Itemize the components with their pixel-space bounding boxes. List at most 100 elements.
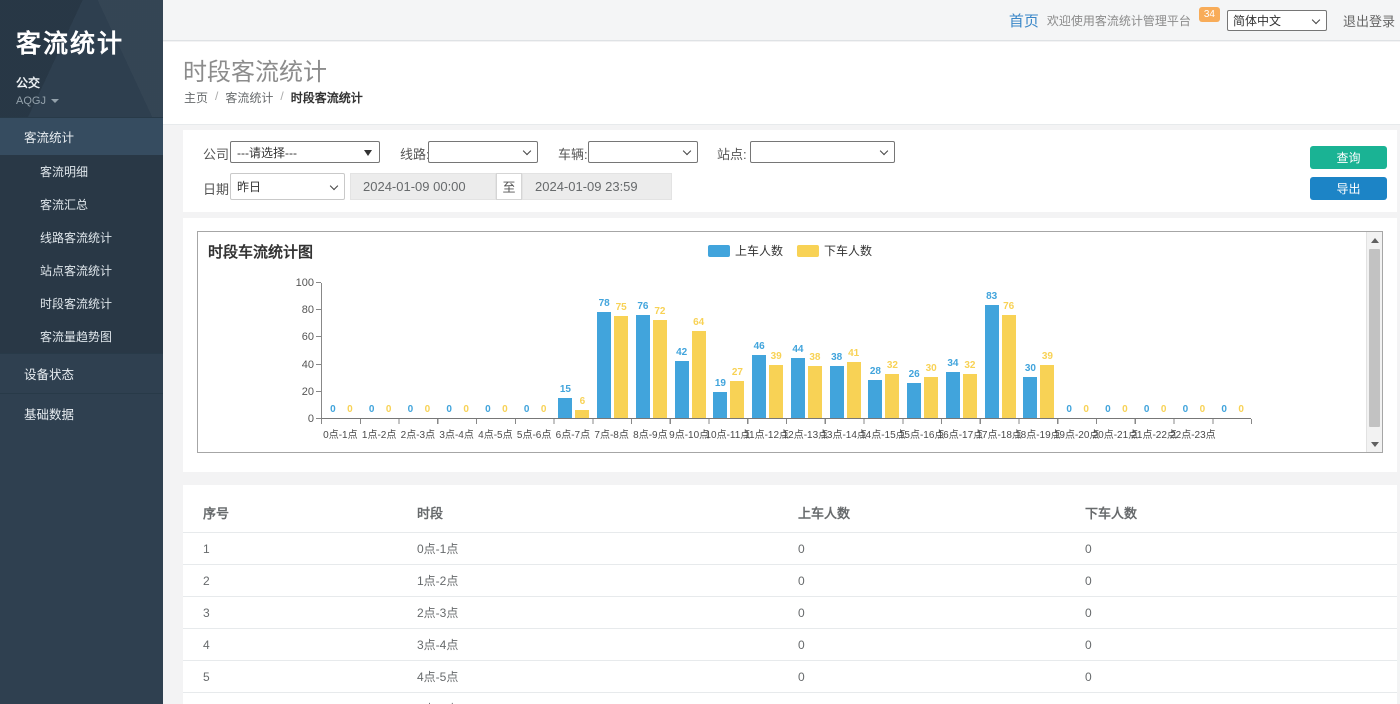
table-header-下车人数: 下车人数 (1085, 493, 1397, 533)
bar-value-label: 42 (676, 347, 687, 358)
bar-value-label: 0 (1183, 404, 1189, 415)
export-button[interactable]: 导出 (1310, 177, 1387, 200)
query-button[interactable]: 查询 (1310, 146, 1387, 169)
bar-下车人数[interactable]: 32 (963, 374, 977, 418)
bar-group-9点-10点: 4264 (671, 283, 710, 418)
bar-下车人数[interactable]: 27 (730, 381, 744, 418)
bar-上车人数[interactable]: 15 (558, 398, 572, 418)
bar-下车人数[interactable]: 64 (692, 331, 706, 418)
bar-value-label: 0 (446, 404, 452, 415)
bar-下车人数[interactable]: 6 (575, 410, 589, 418)
bar-value-label: 0 (1105, 404, 1111, 415)
bar-group-23点-24点: 00 (1213, 283, 1252, 418)
company-select[interactable]: ---请选择--- (230, 141, 380, 163)
sidebar-subitem-线路客流统计[interactable]: 线路客流统计 (0, 221, 163, 254)
table-cell: 0点-1点 (417, 533, 798, 565)
bar-value-label: 76 (1003, 301, 1014, 312)
legend-item-上车人数[interactable]: 上车人数 (708, 242, 783, 259)
bar-value-label: 0 (408, 404, 414, 415)
sidebar-subitem-时段客流统计[interactable]: 时段客流统计 (0, 287, 163, 320)
bar-group-12点-13点: 4438 (787, 283, 826, 418)
table-cell: 5点-6点 (417, 693, 798, 704)
bar-value-label: 76 (637, 301, 648, 312)
language-value: 简体中文 (1233, 12, 1281, 29)
bar-上车人数[interactable]: 78 (597, 312, 611, 418)
bar-下车人数[interactable]: 75 (614, 316, 628, 418)
bar-下车人数[interactable]: 72 (653, 320, 667, 418)
bar-group-13点-14点: 3841 (826, 283, 865, 418)
bar-value-label: 0 (1238, 404, 1244, 415)
table-cell: 3点-4点 (417, 629, 798, 661)
sidebar-subitem-客流量趋势图[interactable]: 客流量趋势图 (0, 320, 163, 353)
bar-group-21点-22点: 00 (1136, 283, 1175, 418)
station-select[interactable] (750, 141, 895, 163)
sidebar-submenu: 客流明细客流汇总线路客流统计站点客流统计时段客流统计客流量趋势图 (0, 155, 163, 353)
bar-value-label: 78 (599, 298, 610, 309)
bar-上车人数[interactable]: 76 (636, 315, 650, 418)
scroll-up-arrow-icon[interactable] (1367, 232, 1383, 248)
table-cell: 0 (798, 533, 1085, 565)
home-link[interactable]: 首页 (1009, 10, 1039, 31)
chart-scrollbar[interactable] (1366, 232, 1382, 452)
org-name: 公交 (16, 74, 163, 91)
table-row: 54点-5点00 (183, 661, 1397, 693)
bar-下车人数[interactable]: 76 (1002, 315, 1016, 418)
x-axis-label: 5点-6点 (517, 426, 551, 441)
bar-下车人数[interactable]: 30 (924, 377, 938, 418)
logout-link[interactable]: 退出登录 (1343, 11, 1395, 30)
line-select[interactable] (428, 141, 538, 163)
bar-上车人数[interactable]: 19 (713, 392, 727, 418)
table-header-时段: 时段 (417, 493, 798, 533)
bar-下车人数[interactable]: 38 (808, 366, 822, 418)
bar-group-19点-20点: 00 (1058, 283, 1097, 418)
table-row: 43点-4点00 (183, 629, 1397, 661)
date-preset-select[interactable]: 昨日 (230, 173, 345, 200)
bar-value-label: 0 (347, 404, 353, 415)
chart-panel: 时段车流统计图 上车人数下车人数 020406080100 0000000000… (197, 231, 1383, 453)
bar-上车人数[interactable]: 44 (791, 358, 805, 418)
bar-上车人数[interactable]: 46 (752, 355, 766, 418)
language-select[interactable]: 简体中文 (1227, 10, 1327, 31)
date-to-label: 至 (496, 173, 522, 200)
table-cell: 0 (1085, 661, 1397, 693)
bar-上车人数[interactable]: 34 (946, 372, 960, 418)
bar-上车人数[interactable]: 28 (868, 380, 882, 418)
bar-上车人数[interactable]: 26 (907, 383, 921, 418)
sidebar-root-items: 设备状态基础数据 (0, 353, 163, 433)
bar-value-label: 15 (560, 384, 571, 395)
bar-value-label: 30 (1025, 363, 1036, 374)
sidebar-item-设备状态[interactable]: 设备状态 (0, 353, 163, 393)
bar-上车人数[interactable]: 30 (1023, 377, 1037, 418)
sidebar-item-passenger-stats[interactable]: 客流统计 (0, 117, 163, 155)
bar-上车人数[interactable]: 38 (830, 366, 844, 418)
bar-下车人数[interactable]: 39 (769, 365, 783, 418)
date-from-input[interactable]: 2024-01-09 00:00 (350, 173, 496, 200)
breadcrumb-item[interactable]: 客流统计 (225, 89, 273, 106)
date-to-input[interactable]: 2024-01-09 23:59 (522, 173, 672, 200)
sidebar-item-基础数据[interactable]: 基础数据 (0, 393, 163, 433)
bar-value-label: 0 (1200, 404, 1206, 415)
bar-下车人数[interactable]: 39 (1040, 365, 1054, 418)
bar-group-1点-2点: 00 (361, 283, 400, 418)
y-tick-label: 100 (282, 277, 314, 289)
sidebar-subitem-客流明细[interactable]: 客流明细 (0, 155, 163, 188)
sidebar-subitem-客流汇总[interactable]: 客流汇总 (0, 188, 163, 221)
bar-下车人数[interactable]: 32 (885, 374, 899, 418)
vehicle-select[interactable] (588, 141, 698, 163)
notification-badge[interactable]: 34 (1199, 7, 1220, 22)
scrollbar-thumb[interactable] (1369, 249, 1380, 427)
breadcrumb-item[interactable]: 主页 (184, 89, 208, 106)
bar-group-22点-23点: 00 (1175, 283, 1214, 418)
topbar: 首页 欢迎使用客流统计管理平台 34 简体中文 退出登录 (163, 0, 1400, 41)
company-select-value: ---请选择--- (237, 144, 297, 161)
sidebar-subitem-站点客流统计[interactable]: 站点客流统计 (0, 254, 163, 287)
legend-item-下车人数[interactable]: 下车人数 (797, 242, 872, 259)
bar-下车人数[interactable]: 41 (847, 362, 861, 418)
table-cell: 2 (183, 565, 417, 597)
bar-value-label: 75 (616, 302, 627, 313)
scroll-down-arrow-icon[interactable] (1367, 436, 1383, 452)
user-dropdown[interactable]: AQGJ (16, 95, 163, 107)
bar-上车人数[interactable]: 83 (985, 305, 999, 418)
table-row: 10点-1点00 (183, 533, 1397, 565)
bar-上车人数[interactable]: 42 (675, 361, 689, 418)
